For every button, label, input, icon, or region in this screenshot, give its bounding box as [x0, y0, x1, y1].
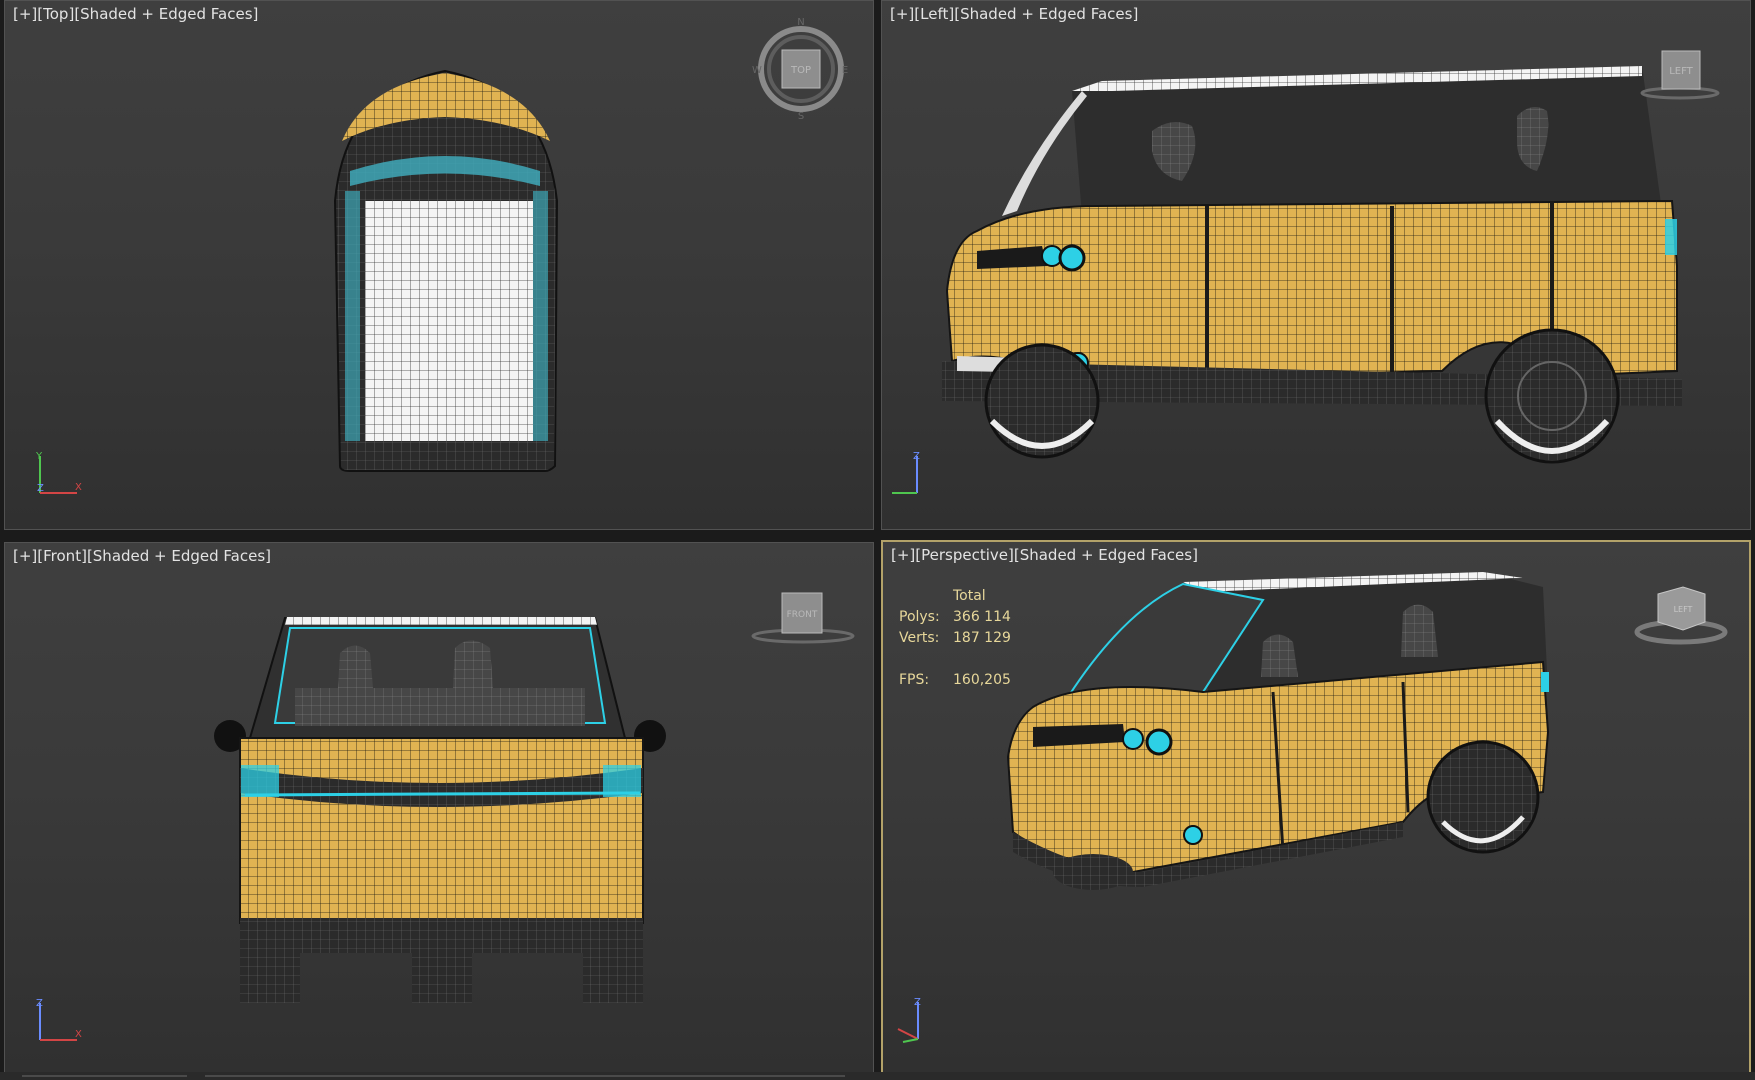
viewcube-face-label: TOP [790, 65, 811, 76]
viewport-grid: [+][Top][Shaded + Edged Faces] TOP N S W… [0, 0, 1755, 1080]
van-model-perspective[interactable] [1006, 572, 1550, 890]
viewcube[interactable]: LEFT [1640, 50, 1720, 100]
axis-tripod: Z X [36, 998, 82, 1041]
viewcube-face-label: FRONT [787, 610, 818, 620]
svg-text:S: S [798, 111, 804, 122]
perspective-view-scene: LEFT Z [897, 572, 1728, 1043]
front-view-scene: FRONT Z X [36, 592, 855, 1041]
viewport-top[interactable]: [+][Top][Shaded + Edged Faces] TOP N S W… [4, 0, 874, 530]
viewcube[interactable]: LEFT [1634, 586, 1728, 645]
van-model-front[interactable] [214, 617, 666, 1003]
viewcube-face-label: LEFT [1674, 605, 1693, 614]
svg-text:E: E [842, 65, 848, 76]
left-view-scene: LEFT Z [892, 50, 1720, 494]
viewport-perspective[interactable]: [+][Perspective][Shaded + Edged Faces] T… [881, 540, 1751, 1076]
axis-label-z: Z [913, 451, 920, 462]
van-model-side[interactable] [942, 66, 1682, 464]
axis-label-x: X [75, 482, 82, 493]
axis-label-z: Z [36, 998, 43, 1009]
axis-label-y: Y [35, 451, 43, 462]
van-model-top[interactable] [333, 69, 559, 472]
status-strip [0, 1072, 1755, 1080]
scroll-segment[interactable] [22, 1075, 187, 1077]
scroll-segment[interactable] [205, 1075, 845, 1077]
svg-text:N: N [797, 17, 804, 28]
viewport-left[interactable]: [+][Left][Shaded + Edged Faces] LEFT Z [881, 0, 1751, 530]
axis-label-z: Z [914, 997, 921, 1008]
viewcube[interactable]: FRONT [751, 592, 855, 644]
axis-tripod: Z [897, 997, 921, 1043]
axis-tripod: Z [892, 451, 920, 494]
viewcube[interactable]: TOP N S W E [752, 17, 848, 122]
svg-text:W: W [752, 65, 762, 76]
viewport-front[interactable]: [+][Front][Shaded + Edged Faces] FRONT Z… [4, 542, 874, 1076]
axis-label-z: Z [37, 483, 44, 494]
axis-label-x: X [75, 1029, 82, 1040]
viewcube-face-label: LEFT [1669, 66, 1693, 77]
axis-tripod: Y Z X [35, 451, 82, 494]
top-view-scene: TOP N S W E Y Z X [35, 17, 848, 494]
